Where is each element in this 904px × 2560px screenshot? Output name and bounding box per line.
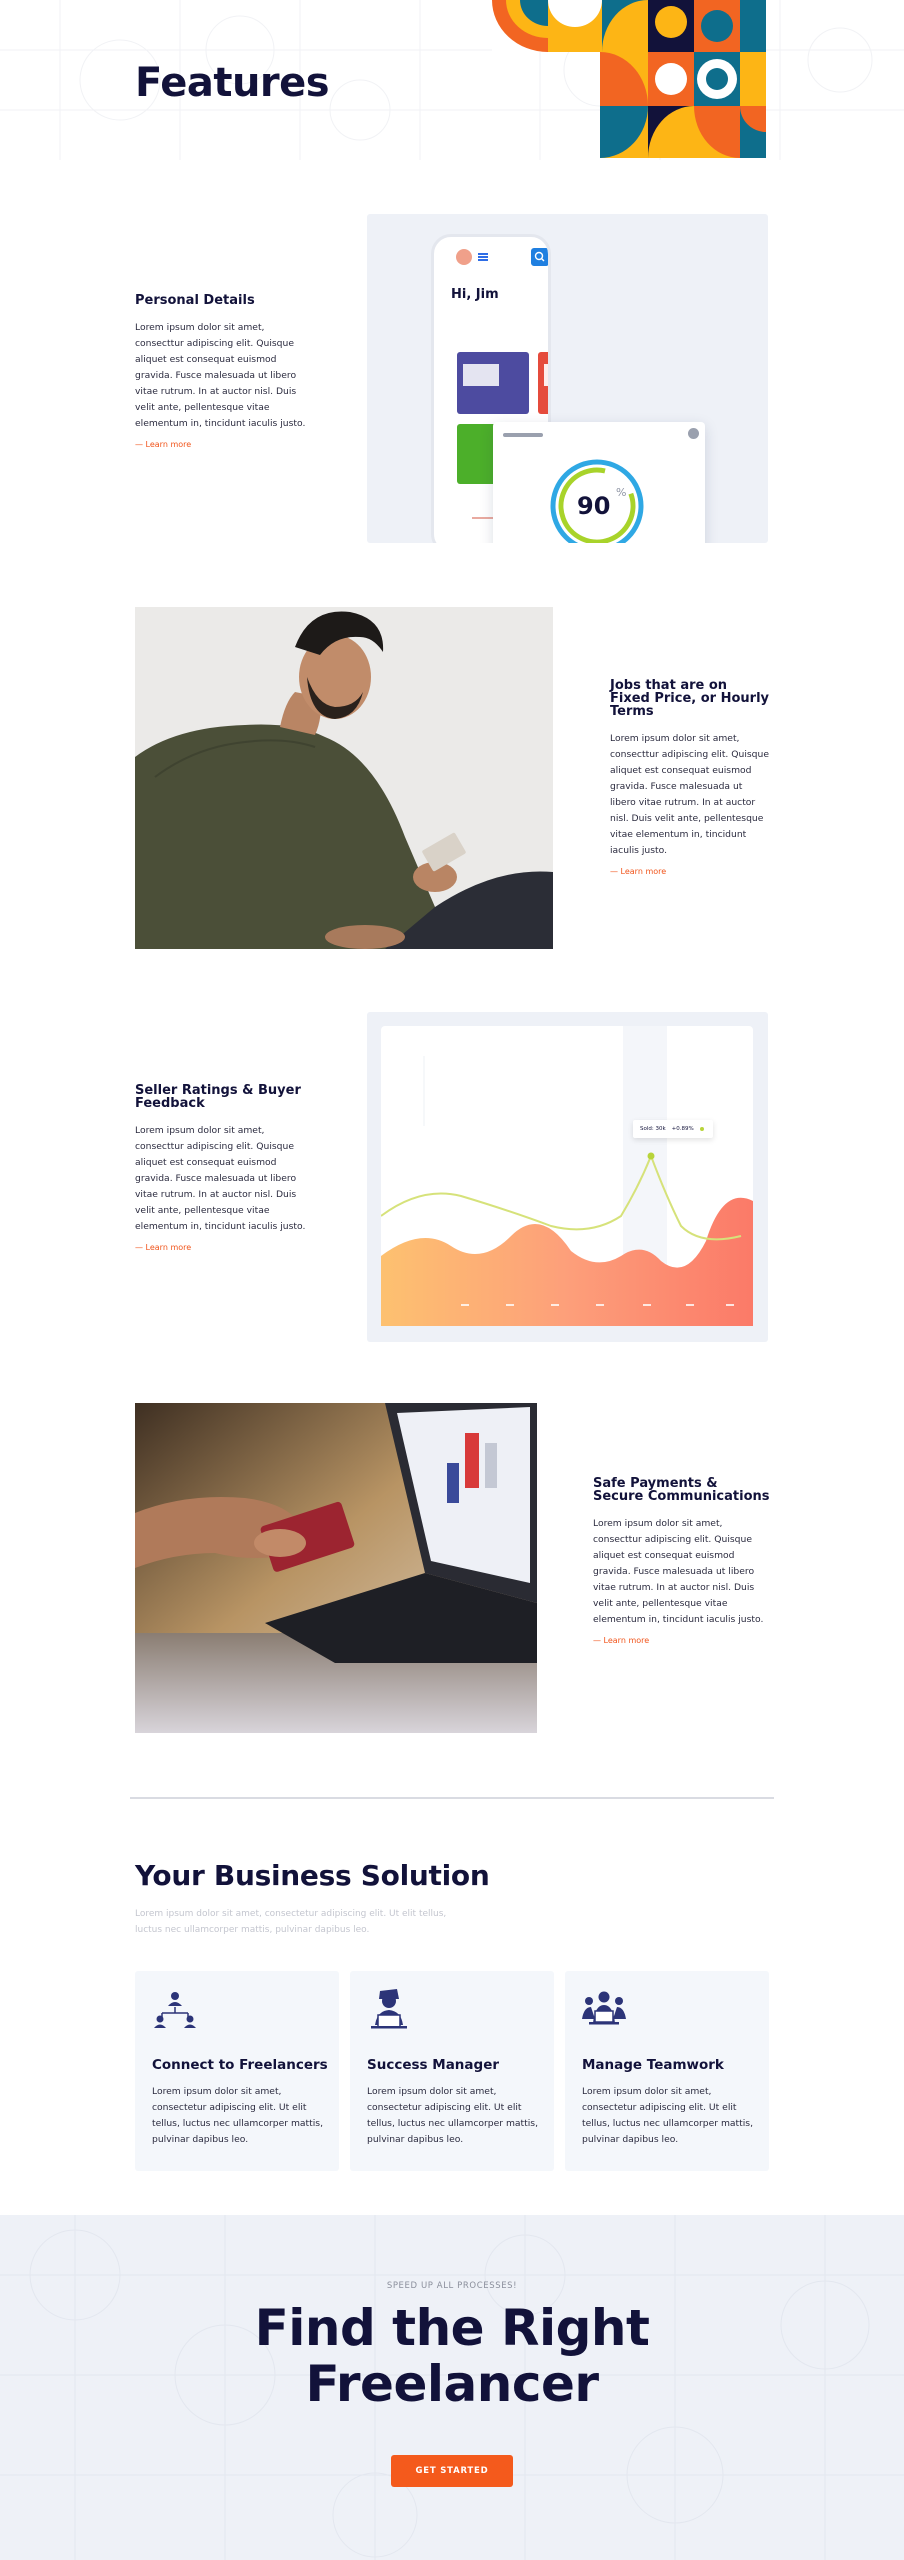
network-users-icon bbox=[154, 1992, 196, 2028]
score-value: 90 bbox=[577, 492, 611, 520]
score-percent: % bbox=[616, 486, 627, 499]
tooltip-value: +0.89% bbox=[671, 1126, 694, 1132]
get-started-button[interactable]: GET STARTED bbox=[391, 2455, 513, 2487]
card-text: Lorem ipsum dolor sit amet, consectetur … bbox=[582, 2086, 754, 2145]
page-title: Features bbox=[135, 60, 330, 106]
feature-text: Lorem ipsum dolor sit amet, consecttur a… bbox=[593, 1518, 764, 1625]
avatar bbox=[456, 249, 472, 265]
card-text: Lorem ipsum dolor sit amet, consectetur … bbox=[367, 2086, 539, 2145]
learn-more-link[interactable]: — Learn more bbox=[610, 867, 770, 876]
feature-text: Lorem ipsum dolor sit amet, consecttur a… bbox=[610, 733, 769, 856]
geometric-art bbox=[492, 0, 766, 158]
card-title: Connect to Freelancers bbox=[152, 2057, 328, 2073]
greeting: Hi, Jim bbox=[451, 287, 499, 302]
menu-icon[interactable] bbox=[478, 253, 488, 255]
cta-eyebrow: SPEED UP ALL PROCESSES! bbox=[386, 2281, 518, 2291]
feature-text: Lorem ipsum dolor sit amet, consecttur a… bbox=[135, 322, 306, 429]
card-connect-freelancers[interactable]: Connect to Freelancers Lorem ipsum dolor… bbox=[135, 1971, 339, 2171]
feature-safe-payments: Safe Payments & Secure Communications Lo… bbox=[593, 1477, 770, 1645]
card-success-manager[interactable]: Success Manager Lorem ipsum dolor sit am… bbox=[350, 1971, 554, 2171]
tooltip-dot-icon bbox=[699, 1127, 704, 1131]
feature-title: Personal Details bbox=[135, 293, 255, 308]
photo-man-with-card bbox=[135, 607, 553, 949]
search-icon[interactable] bbox=[531, 248, 548, 266]
feature-text: Lorem ipsum dolor sit amet, consecttur a… bbox=[135, 1125, 306, 1232]
hero-section: Features bbox=[0, 0, 904, 160]
card-title: Manage Teamwork bbox=[582, 2057, 724, 2073]
feature-title: Jobs that are on Fixed Price, or Hourly … bbox=[610, 678, 770, 719]
score-card: 90 % bbox=[493, 422, 705, 543]
area-chart-illustration bbox=[380, 1026, 753, 1326]
manager-laptop-icon bbox=[371, 1989, 407, 2029]
card-title: Success Manager bbox=[367, 2057, 500, 2073]
team-laptop-icon bbox=[582, 1991, 626, 2025]
app-mockup-panel: Hi, Jim 90 % bbox=[367, 214, 768, 543]
photo-card-laptop bbox=[135, 1403, 537, 1733]
tooltip-label: Sold: 30k bbox=[640, 1126, 666, 1132]
chart-mockup-panel: Sold: 30k +0.89% bbox=[367, 1012, 768, 1342]
business-subtitle: Lorem ipsum dolor sit amet, consectetur … bbox=[135, 1909, 447, 1935]
learn-more-link[interactable]: — Learn more bbox=[135, 1243, 315, 1252]
cta-title-line1: Find the Right bbox=[254, 2299, 650, 2357]
feature-title: Seller Ratings & Buyer Feedback bbox=[135, 1083, 301, 1111]
feature-personal-details: Personal Details Lorem ipsum dolor sit a… bbox=[135, 294, 315, 449]
close-icon[interactable] bbox=[688, 428, 699, 439]
app-card-purple bbox=[457, 352, 529, 414]
chart-card: Sold: 30k +0.89% bbox=[380, 1026, 753, 1326]
feature-fixed-price-jobs: Jobs that are on Fixed Price, or Hourly … bbox=[610, 679, 770, 876]
feature-title: Safe Payments & Secure Communications bbox=[593, 1476, 770, 1504]
cta-title-line2: Freelancer bbox=[305, 2355, 599, 2413]
card-manage-teamwork[interactable]: Manage Teamwork Lorem ipsum dolor sit am… bbox=[565, 1971, 769, 2171]
app-card-red bbox=[538, 352, 548, 414]
cta-title: Find the Right Freelancer bbox=[0, 2300, 904, 2412]
learn-more-link[interactable]: — Learn more bbox=[135, 440, 315, 449]
chart-tooltip: Sold: 30k +0.89% bbox=[633, 1120, 713, 1138]
business-title: Your Business Solution bbox=[135, 1859, 490, 1892]
card-text: Lorem ipsum dolor sit amet, consectetur … bbox=[152, 2086, 324, 2145]
section-divider bbox=[130, 1797, 774, 1799]
feature-seller-ratings: Seller Ratings & Buyer Feedback Lorem ip… bbox=[135, 1084, 315, 1252]
learn-more-link[interactable]: — Learn more bbox=[593, 1636, 770, 1645]
